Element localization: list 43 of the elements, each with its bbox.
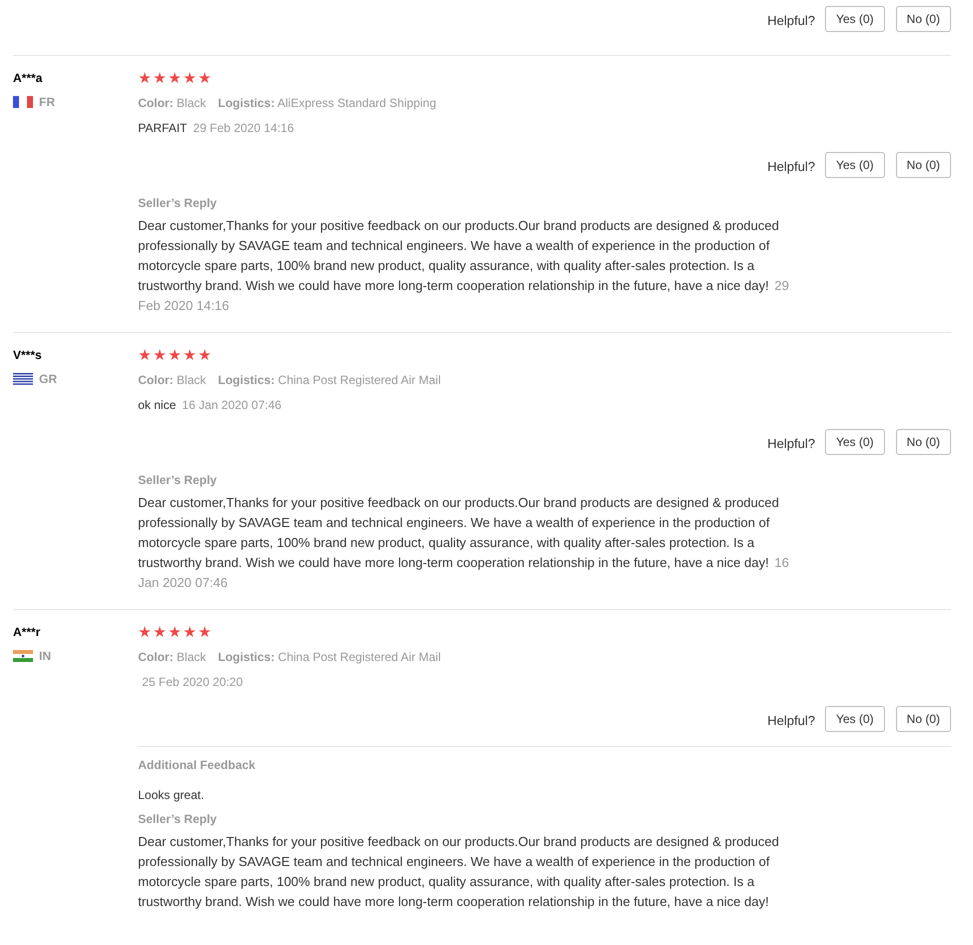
- star-rating: ★★★★★: [138, 72, 211, 86]
- color-info: Color: Black: [138, 372, 206, 389]
- star-rating: ★★★★★: [138, 349, 211, 363]
- reply-text: Dear customer,Thanks for your positive feedback on our products.Our brand products are designed & produced professionally by SAVAGE team and technical engineers. We have a wealth of experience in the production of motorcycle spare parts, 100% brand new product, quality assurance, with quality after-sales protection. Is a trustworthy brand. Wish we could have more long-term cooperation relationship in the future, have a nice day! 16 Jan 2020 07:46: [138, 494, 790, 592]
- country-code: IN: [39, 648, 51, 665]
- flag-icon: [13, 650, 33, 662]
- helpful-label: Helpful?: [767, 158, 816, 176]
- review-comment: ok nice: [138, 397, 176, 414]
- yes-button[interactable]: Yes (0): [825, 6, 885, 32]
- reviewer-name: V***s: [13, 347, 43, 364]
- seller-reply-title: Seller’s Reply: [138, 472, 218, 489]
- helpful-label: Helpful?: [767, 435, 816, 454]
- logistics-info: Logistics: AliExpress Standard Shipping: [218, 95, 436, 112]
- yes-button[interactable]: Yes (0): [825, 429, 885, 455]
- review-date: 16 Jan 2020 07:46: [182, 397, 282, 414]
- helpful-label: Helpful?: [767, 12, 816, 30]
- reply-text: Dear customer,Thanks for your positive feedback on our products.Our brand products are designed & produced professionally by SAVAGE team and technical engineers. We have a wealth of experience in the production of motorcycle spare parts, 100% brand new product, quality assurance, with quality after-sales protection. Is a trustworthy brand. Wish we could have more long-term cooperation relationship in the future, have a nice day! 29 Feb 2020 14:16: [138, 217, 790, 315]
- review-date: 25 Feb 2020 20:20: [142, 674, 243, 691]
- color-info: Color: Black: [138, 95, 206, 112]
- yes-button[interactable]: Yes (0): [825, 152, 885, 178]
- seller-reply-title: Seller’s Reply: [138, 195, 218, 212]
- additional-feedback-title: Additional Feedback: [138, 757, 256, 774]
- additional-feedback-text: Looks great.: [138, 787, 206, 804]
- star-rating: ★★★★★: [138, 626, 211, 640]
- seller-reply-title: Seller’s Reply: [138, 811, 218, 828]
- flag-icon: [13, 96, 33, 108]
- review-comment: PARFAIT: [138, 120, 188, 137]
- review-date: 29 Feb 2020 14:16: [193, 120, 294, 137]
- logistics-info: Logistics: China Post Registered Air Mail: [218, 372, 441, 389]
- no-button[interactable]: No (0): [896, 152, 951, 178]
- logistics-info: Logistics: China Post Registered Air Mail: [218, 649, 441, 666]
- no-button[interactable]: No (0): [896, 706, 951, 732]
- helpful-label: Helpful?: [767, 712, 816, 730]
- country-code: FR: [39, 94, 55, 111]
- country-code: GR: [39, 371, 57, 388]
- yes-button[interactable]: Yes (0): [825, 706, 885, 732]
- no-button[interactable]: No (0): [896, 6, 951, 32]
- flag-icon: [13, 373, 33, 385]
- no-button[interactable]: No (0): [896, 429, 951, 455]
- color-info: Color: Black: [138, 649, 206, 666]
- reply-text: Dear customer,Thanks for your positive feedback on our products.Our brand products are designed & produced professionally by SAVAGE team and technical engineers. We have a wealth of experience in the production of motorcycle spare parts, 100% brand new product, quality assurance, with quality after-sales protection. Is a trustworthy brand. Wish we could have more long-term cooperation relationship in the future, have a nice day!: [138, 833, 780, 911]
- reviewer-name: A***r: [13, 624, 42, 641]
- reviewer-name: A***a: [13, 70, 44, 87]
